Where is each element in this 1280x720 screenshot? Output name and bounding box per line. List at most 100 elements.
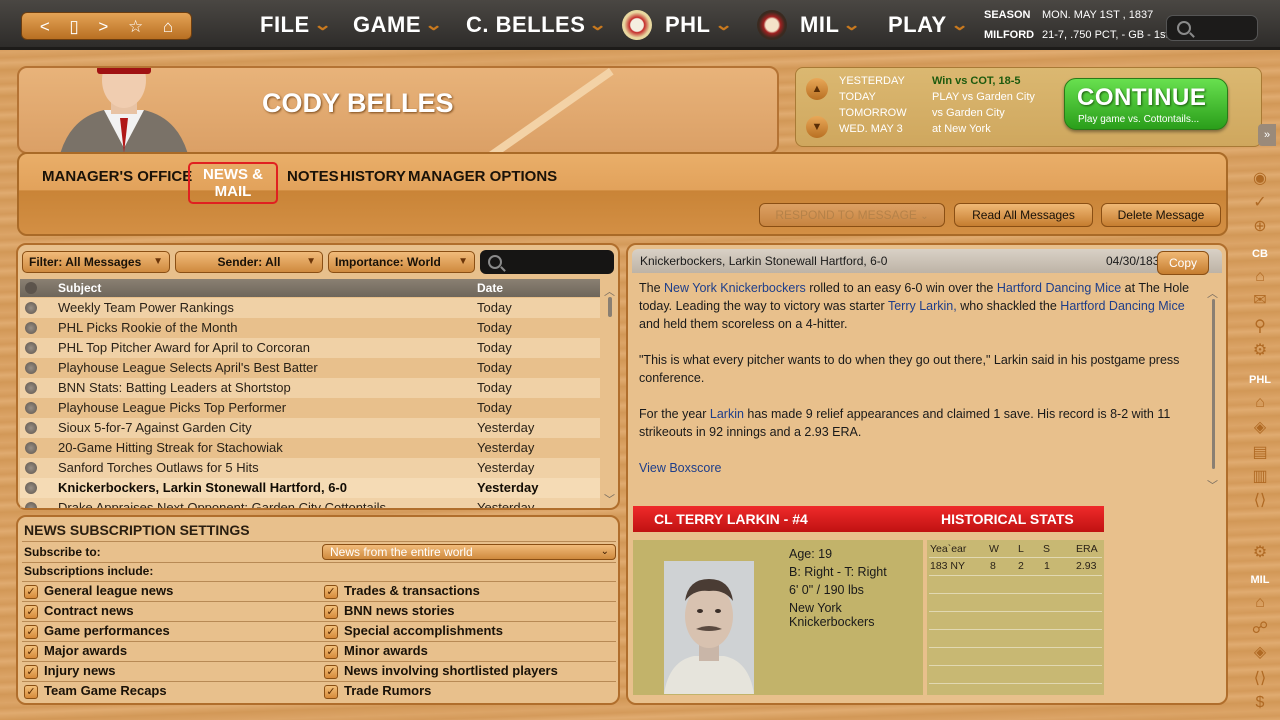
divider	[22, 621, 616, 622]
list-item[interactable]: Sanford Torches Outlaws for 5 Hits Yester…	[20, 458, 600, 478]
tag-icon[interactable]: ◈	[1251, 644, 1269, 662]
checkbox[interactable]: ✓	[324, 665, 338, 679]
checkbox[interactable]: ✓	[24, 605, 38, 619]
checkbox[interactable]: ✓	[24, 625, 38, 639]
sidebar-section-cb: CB	[1252, 248, 1268, 260]
checkbox-label: Minor awards	[344, 643, 428, 658]
checkbox[interactable]: ✓	[324, 685, 338, 699]
list-item[interactable]: Playhouse League Picks Top Performer Toda…	[20, 398, 600, 418]
schedule-up-button[interactable]: ▲	[806, 78, 828, 100]
message-body: The New York Knickerbockers rolled to an…	[639, 279, 1199, 495]
sender-dropdown[interactable]: Sender: All ▼	[175, 251, 323, 273]
item-subject: PHL Picks Rookie of the Month	[58, 320, 238, 335]
gear-icon[interactable]: ⚙	[1251, 544, 1269, 562]
divider	[22, 601, 616, 602]
tag-icon[interactable]: ◈	[1251, 419, 1269, 437]
scroll-down-icon[interactable]: ﹀	[1207, 477, 1218, 493]
divider	[22, 641, 616, 642]
scrollbar-thumb[interactable]	[1212, 299, 1215, 469]
chevron-down-icon: ⌄	[842, 17, 863, 34]
back-icon[interactable]: <	[40, 18, 50, 35]
list-item[interactable]: PHL Top Pitcher Award for April to Corco…	[20, 338, 600, 358]
checkbox-label: Game performances	[44, 623, 170, 638]
home-icon[interactable]: ⌂	[1251, 268, 1269, 286]
scroll-down-icon[interactable]: ﹀	[604, 491, 615, 507]
menu-play[interactable]: PLAY ⌄	[888, 12, 969, 38]
team-link[interactable]: Hartford Dancing Mice	[997, 281, 1121, 295]
list-item[interactable]: 20-Game Hitting Streak for Stachowiak Yes…	[20, 438, 600, 458]
message-search-input[interactable]	[480, 250, 614, 274]
item-subject: Knickerbockers, Larkin Stonewall Hartfor…	[58, 480, 347, 495]
schedule-down-button[interactable]: ▼	[806, 116, 828, 138]
checkbox[interactable]: ✓	[324, 605, 338, 619]
check-icon[interactable]: ✓	[1251, 194, 1269, 212]
list-scrollbar[interactable]: ︿ ﹀	[604, 283, 616, 507]
tab-managers-office[interactable]: MANAGER'S OFFICE	[42, 166, 192, 187]
card-icon[interactable]: ▤	[1251, 444, 1269, 462]
home-icon[interactable]: ⌂	[163, 18, 173, 35]
importance-dropdown[interactable]: Importance: World ▼	[328, 251, 475, 273]
tab-news-mail[interactable]: NEWS & MAIL	[188, 162, 278, 204]
list-item[interactable]: PHL Picks Rookie of the Month Today	[20, 318, 600, 338]
bar-chart-icon[interactable]: ▥	[1251, 468, 1269, 486]
chevron-down-icon: ⌄	[713, 17, 734, 34]
subscribe-scope-dropdown[interactable]: News from the entire world ⌄	[322, 544, 616, 560]
mail-icon[interactable]: ✉	[1251, 292, 1269, 310]
code-icon[interactable]: ⟨⟩	[1251, 492, 1269, 510]
menu-league-phl[interactable]: PHL ⌄	[665, 12, 734, 38]
pin-icon[interactable]: ◉	[1251, 170, 1269, 188]
sidebar-toggle-button[interactable]: »	[1258, 124, 1276, 146]
column-subject[interactable]: Subject	[58, 281, 101, 295]
list-item[interactable]: Drake Appraises Next Opponent: Garden Ci…	[20, 498, 600, 508]
read-all-messages-button[interactable]: Read All Messages	[954, 203, 1093, 227]
checkbox[interactable]: ✓	[324, 645, 338, 659]
checkbox[interactable]: ✓	[324, 625, 338, 639]
list-item[interactable]: Weekly Team Power Rankings Today	[20, 298, 600, 318]
player-card-title[interactable]: CL TERRY LARKIN - #4	[654, 511, 808, 527]
menu-manager[interactable]: C. BELLES ⌄	[466, 12, 607, 38]
gear-icon[interactable]: ⚙	[1251, 342, 1269, 360]
checkbox[interactable]: ✓	[324, 585, 338, 599]
dollar-icon[interactable]: $	[1251, 694, 1269, 712]
search-icon[interactable]: ⚲	[1251, 318, 1269, 336]
header-stripe	[445, 68, 614, 152]
filter-dropdown[interactable]: Filter: All Messages ▼	[22, 251, 170, 273]
player-link[interactable]: Larkin	[710, 407, 744, 421]
window-icon[interactable]: ▯	[69, 18, 78, 35]
home-icon[interactable]: ⌂	[1251, 394, 1269, 412]
checkbox[interactable]: ✓	[24, 645, 38, 659]
team-link[interactable]: New York Knickerbockers	[664, 281, 806, 295]
people-icon[interactable]: ☍	[1251, 620, 1269, 638]
list-item-selected[interactable]: Knickerbockers, Larkin Stonewall Hartfor…	[20, 478, 600, 498]
checkbox[interactable]: ✓	[24, 665, 38, 679]
star-icon[interactable]: ☆	[128, 18, 143, 35]
checkbox[interactable]: ✓	[24, 685, 38, 699]
message-scrollbar[interactable]: ︿ ﹀	[1207, 285, 1221, 495]
team-link[interactable]: Hartford Dancing Mice	[1060, 299, 1184, 313]
tab-manager-options[interactable]: MANAGER OPTIONS	[408, 166, 557, 187]
list-item[interactable]: Sioux 5-for-7 Against Garden City Yesterd…	[20, 418, 600, 438]
respond-to-message-button[interactable]: RESPOND TO MESSAGE ⌄	[759, 203, 945, 227]
delete-message-button[interactable]: Delete Message	[1101, 203, 1221, 227]
globe-icon[interactable]: ⊕	[1251, 218, 1269, 236]
list-item[interactable]: BNN Stats: Batting Leaders at Shortstop T…	[20, 378, 600, 398]
schedule-day: YESTERDAY	[839, 75, 905, 87]
continue-button[interactable]: CONTINUE Play game vs. Cottontails...	[1064, 78, 1228, 130]
list-item[interactable]: Playhouse League Selects April's Best Ba…	[20, 358, 600, 378]
tab-notes[interactable]: NOTES	[287, 166, 339, 187]
menu-team-mil[interactable]: MIL ⌄	[800, 12, 863, 38]
scrollbar-thumb[interactable]	[608, 297, 612, 317]
home-icon[interactable]: ⌂	[1251, 594, 1269, 612]
column-date[interactable]: Date	[477, 281, 503, 295]
forward-icon[interactable]: >	[98, 18, 108, 35]
code-icon[interactable]: ⟨⟩	[1251, 670, 1269, 688]
view-boxscore-link[interactable]: View Boxscore	[639, 459, 1199, 477]
global-search-input[interactable]	[1166, 15, 1258, 41]
checkbox[interactable]: ✓	[24, 585, 38, 599]
divider	[929, 575, 1102, 576]
tab-history[interactable]: HISTORY	[340, 166, 406, 187]
menu-game[interactable]: GAME ⌄	[353, 12, 443, 38]
player-link[interactable]: Terry Larkin,	[888, 299, 957, 313]
copy-button[interactable]: Copy	[1157, 251, 1209, 275]
menu-file[interactable]: FILE ⌄	[260, 12, 332, 38]
